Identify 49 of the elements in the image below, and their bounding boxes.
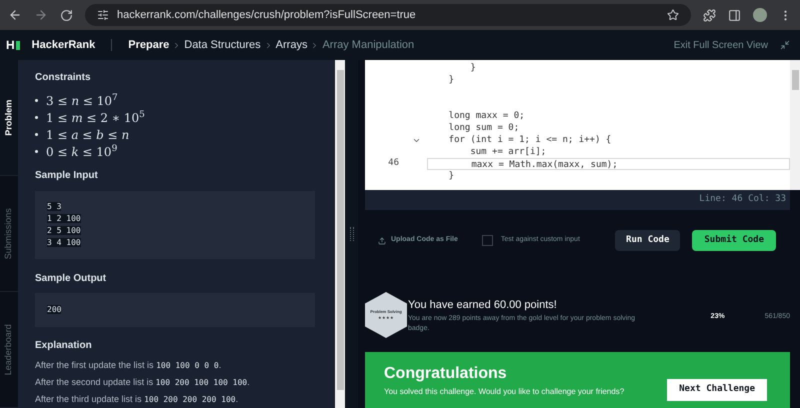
cursor-position: Line: 46 Col: 33 — [699, 193, 786, 206]
address-bar[interactable]: hackerrank.com/challenges/crush/problem?isFullScreen=true — [85, 4, 691, 26]
bullet-icon — [35, 99, 38, 102]
next-challenge-button[interactable]: Next Challenge — [667, 379, 767, 401]
upload-icon — [378, 236, 386, 244]
back-icon[interactable] — [8, 8, 22, 22]
site-settings-icon[interactable] — [97, 9, 109, 21]
section-heading: Sample Output — [35, 272, 108, 286]
explanation-text: After the third update list is 100 200 200 200 100. — [35, 394, 240, 405]
star-icon[interactable] — [667, 9, 679, 21]
checkbox[interactable] — [482, 235, 493, 246]
minimize-icon[interactable] — [780, 40, 790, 50]
breadcrumb-link[interactable]: Prepare — [128, 36, 170, 54]
bullet-icon — [35, 150, 38, 153]
congrats-message: You solved this challenge. Would you like to challenge your friends? — [384, 386, 626, 398]
code-line: } — [448, 74, 456, 86]
section-heading: Sample Input — [35, 169, 99, 183]
breadcrumb-link[interactable]: Data Structures — [184, 36, 261, 54]
congrats-title: Congratulations — [384, 364, 508, 384]
exit-full-screen-link[interactable]: Exit Full Screen View — [674, 38, 768, 52]
line-number: 46 — [388, 158, 399, 168]
url-text: hackerrank.com/challenges/crush/problem?isFullScreen=true — [117, 8, 417, 23]
reload-icon[interactable] — [60, 8, 73, 22]
points-title: You have earned 60.00 points! — [408, 298, 558, 313]
code-line: sum += arr[i]; — [469, 146, 548, 158]
breadcrumb-link[interactable]: Arrays — [276, 36, 308, 54]
side-panel-icon[interactable] — [728, 8, 741, 22]
code-line: for (int i = 1; i <= n; i++) { — [448, 134, 612, 146]
brand-name[interactable]: HackerRank — [32, 36, 96, 54]
constraint-formula: 0 ≤ k ≤ 10$^{9}$ — [46, 143, 118, 160]
breadcrumb-link[interactable]: Array Manipulation — [322, 36, 414, 54]
constraint-formula: 1 ≤ m ≤ 2 ∗ 10$^{5}$ — [46, 109, 145, 126]
code-line: long maxx = 0; — [448, 110, 526, 122]
bullet-icon — [35, 116, 38, 119]
constraint-formula: 1 ≤ a ≤ b ≤ n — [46, 126, 130, 144]
explanation-text: After the second update list is 100 200 100 100 100. — [35, 377, 251, 388]
resize-handle-icon — [350, 227, 354, 241]
code-line: long sum = 0; — [448, 122, 520, 134]
run-code-button[interactable]: Run Code — [615, 230, 680, 251]
bullet-icon — [35, 133, 38, 136]
section-heading: Explanation — [35, 339, 93, 353]
submit-code-button[interactable]: Submit Code — [692, 230, 776, 251]
code-line: } — [448, 170, 456, 182]
constraint-formula: 3 ≤ n ≤ 10$^{7}$ — [46, 92, 118, 110]
code-line: } — [469, 62, 477, 74]
explanation-text: After the first update the list is 100 100 0 0 0. — [35, 360, 222, 371]
avatar-icon[interactable] — [753, 8, 767, 22]
section-heading: Constraints — [35, 71, 92, 85]
extensions-icon[interactable] — [703, 8, 716, 22]
